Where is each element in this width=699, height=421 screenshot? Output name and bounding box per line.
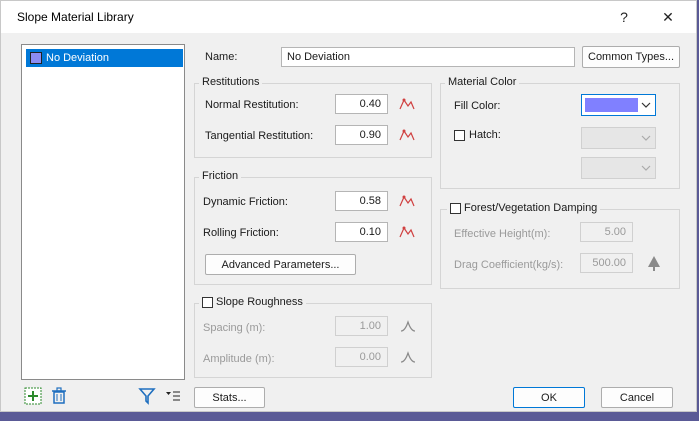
rolling-friction-input[interactable]: 0.10 — [335, 222, 388, 242]
hatch-pattern-select[interactable] — [581, 127, 656, 149]
advanced-parameters-button[interactable]: Advanced Parameters... — [205, 254, 356, 275]
forest-damping-toggle[interactable]: Forest/Vegetation Damping — [447, 202, 601, 214]
spacing-input[interactable]: 1.00 — [335, 316, 388, 336]
hatch-toggle[interactable]: Hatch: — [454, 129, 501, 141]
slope-roughness-checkbox[interactable] — [202, 296, 213, 308]
forest-damping-title: Forest/Vegetation Damping — [464, 202, 598, 214]
common-types-button[interactable]: Common Types... — [582, 46, 680, 68]
fill-color-swatch — [585, 98, 638, 112]
normal-restitution-label: Normal Restitution: — [205, 99, 299, 111]
list-item[interactable]: No Deviation — [26, 49, 183, 67]
add-material-icon[interactable] — [24, 387, 42, 405]
tree-icon — [648, 256, 660, 271]
sort-icon[interactable] — [165, 389, 181, 403]
close-icon: ✕ — [662, 8, 674, 25]
stats-button[interactable]: Stats... — [194, 387, 265, 408]
chevron-down-icon — [641, 135, 651, 141]
tangential-restitution-input[interactable]: 0.90 — [335, 125, 388, 145]
material-list[interactable]: No Deviation — [21, 44, 185, 380]
forest-damping-checkbox[interactable] — [450, 202, 461, 214]
name-label: Name: — [205, 51, 238, 63]
normal-restitution-input[interactable]: 0.40 — [335, 94, 388, 114]
random-variable-icon[interactable] — [399, 97, 415, 111]
material-swatch — [30, 52, 42, 64]
effective-height-label: Effective Height(m): — [454, 228, 551, 240]
restitutions-title: Restitutions — [199, 76, 263, 88]
fill-color-select[interactable] — [581, 94, 656, 116]
amplitude-label: Amplitude (m): — [203, 353, 275, 365]
title-bar: Slope Material Library ? ✕ — [1, 1, 696, 33]
close-button[interactable]: ✕ — [646, 1, 690, 33]
amplitude-input[interactable]: 0.00 — [335, 347, 388, 367]
fill-color-label: Fill Color: — [454, 100, 501, 112]
dynamic-friction-label: Dynamic Friction: — [203, 196, 288, 208]
chevron-down-icon — [641, 102, 651, 108]
slope-roughness-toggle[interactable]: Slope Roughness — [199, 296, 306, 308]
forest-damping-group — [440, 209, 680, 289]
name-input[interactable]: No Deviation — [281, 47, 575, 67]
help-button[interactable]: ? — [602, 1, 646, 33]
material-color-title: Material Color — [445, 76, 520, 88]
spacing-label: Spacing (m): — [203, 322, 266, 334]
random-variable-icon[interactable] — [399, 225, 415, 239]
restitutions-group — [194, 83, 432, 158]
filter-icon[interactable] — [138, 387, 156, 405]
drag-coefficient-label: Drag Coefficient(kg/s): — [454, 259, 564, 271]
ok-button[interactable]: OK — [513, 387, 585, 408]
tangential-restitution-label: Tangential Restitution: — [205, 130, 314, 142]
rolling-friction-label: Rolling Friction: — [203, 227, 279, 239]
roughness-profile-icon — [400, 320, 416, 332]
random-variable-icon[interactable] — [399, 128, 415, 142]
effective-height-input[interactable]: 5.00 — [580, 222, 633, 242]
delete-icon[interactable] — [51, 387, 67, 405]
help-icon: ? — [620, 9, 628, 25]
window-title: Slope Material Library — [17, 10, 134, 24]
chevron-down-icon — [641, 165, 651, 171]
cancel-button[interactable]: Cancel — [601, 387, 673, 408]
slope-roughness-group — [194, 303, 432, 378]
drag-coefficient-input[interactable]: 500.00 — [580, 253, 633, 273]
slope-material-dialog: Slope Material Library ? ✕ No Deviation … — [0, 0, 697, 412]
hatch-color-select[interactable] — [581, 157, 656, 179]
friction-title: Friction — [199, 170, 242, 182]
random-variable-icon[interactable] — [399, 194, 415, 208]
dynamic-friction-input[interactable]: 0.58 — [335, 191, 388, 211]
hatch-label: Hatch: — [469, 129, 501, 141]
hatch-checkbox[interactable] — [454, 129, 465, 141]
list-item-label: No Deviation — [46, 52, 109, 64]
slope-roughness-title: Slope Roughness — [216, 296, 303, 308]
roughness-profile-icon — [400, 351, 416, 363]
